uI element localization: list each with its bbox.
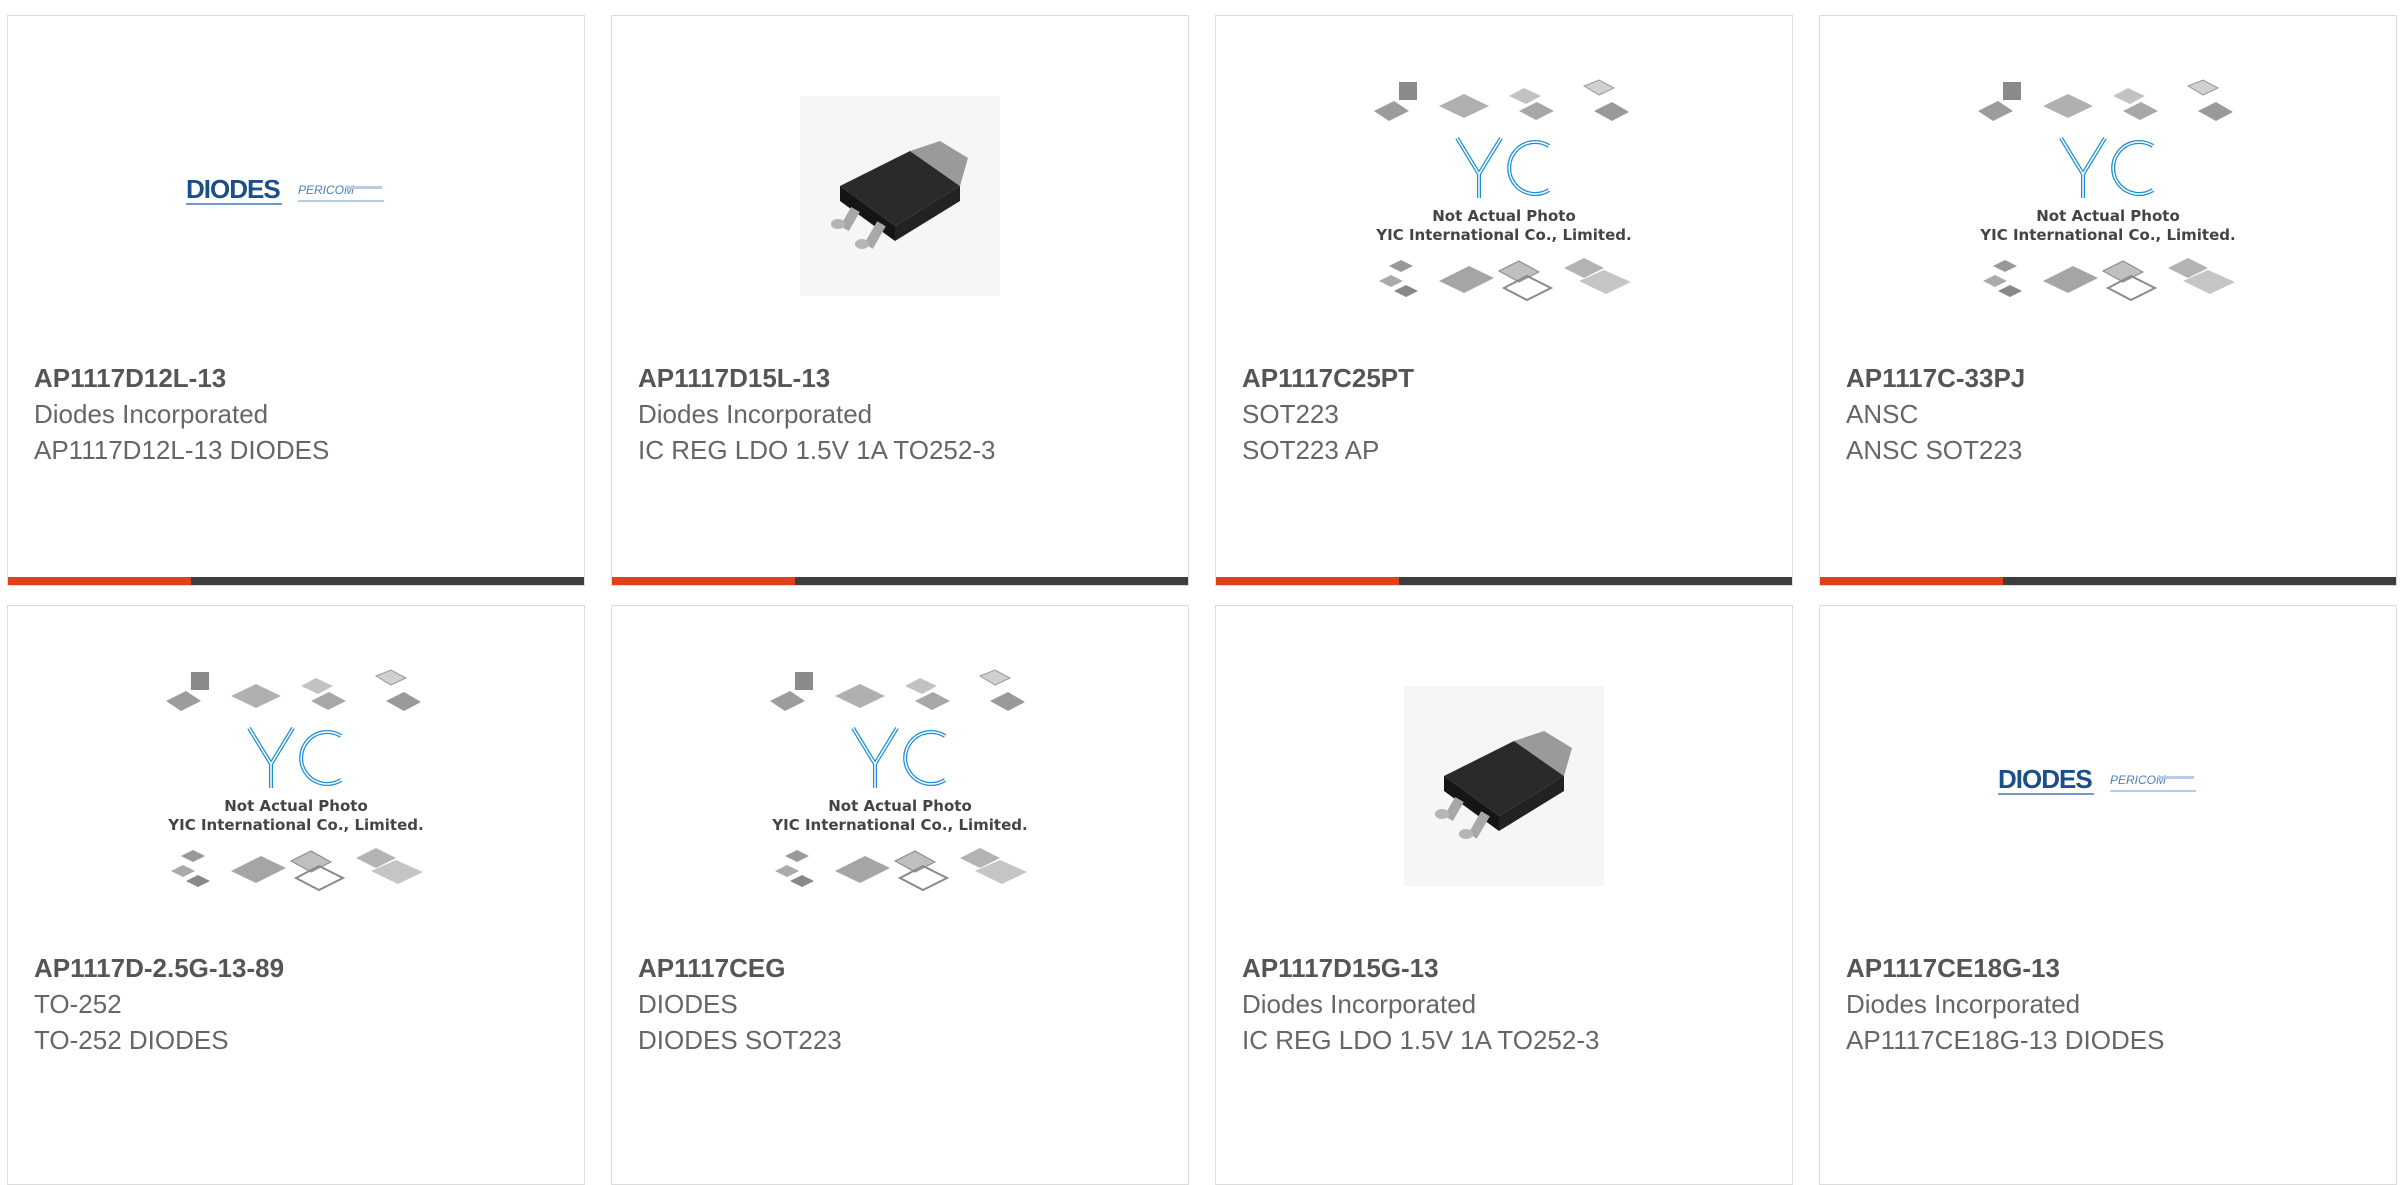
product-info: AP1117D15G-13 Diodes Incorporated IC REG… [1242, 950, 1772, 1058]
description: TO-252 DIODES [34, 1025, 229, 1055]
manufacturer: Diodes Incorporated [1846, 989, 2081, 1019]
description: SOT223 AP [1242, 435, 1380, 465]
svg-text:YIC International Co., Limited: YIC International Co., Limited. [771, 816, 1027, 834]
description: ANSC SOT223 [1846, 435, 2023, 465]
part-number[interactable]: AP1117C25PT [1242, 360, 1772, 396]
product-info: AP1117C25PT SOT223 SOT223 AP [1242, 360, 1772, 468]
product-card[interactable]: AP1117D15G-13 Diodes Incorporated IC REG… [1215, 605, 1793, 1185]
manufacturer: DIODES [638, 989, 738, 1019]
yic-placeholder-icon: Not Actual Photo YIC International Co., … [166, 669, 424, 892]
svg-text:Not Actual Photo: Not Actual Photo [828, 797, 972, 815]
to252-package-icon [800, 96, 1000, 296]
manufacturer: Diodes Incorporated [638, 399, 873, 429]
yic-placeholder-icon: Not Actual Photo YIC International Co., … [770, 669, 1028, 892]
product-image-to252[interactable] [612, 76, 1188, 316]
product-image-yic-placeholder[interactable]: Not Actual Photo YIC International Co., … [8, 666, 584, 906]
manufacturer: Diodes Incorporated [34, 399, 269, 429]
product-card[interactable]: Not Actual Photo YIC International Co., … [1819, 15, 2397, 586]
product-image-diodes-logo[interactable]: DIODES PERICOM [1820, 666, 2396, 906]
diodes-logo-icon: DIODES PERICOM [1998, 766, 2196, 795]
card-accent-bar [1820, 577, 2396, 585]
product-card[interactable]: Not Actual Photo YIC International Co., … [611, 605, 1189, 1185]
product-image-yic-placeholder[interactable]: Not Actual Photo YIC International Co., … [612, 666, 1188, 906]
part-number[interactable]: AP1117D15G-13 [1242, 950, 1772, 986]
product-card[interactable]: Not Actual Photo YIC International Co., … [1215, 15, 1793, 586]
product-image-to252[interactable] [1216, 666, 1792, 906]
manufacturer: TO-252 [34, 989, 122, 1019]
part-number[interactable]: AP1117D15L-13 [638, 360, 1168, 396]
product-card[interactable]: Not Actual Photo YIC International Co., … [7, 605, 585, 1185]
diodes-logo-icon: DIODES PERICOM [186, 176, 384, 205]
to252-package-icon [1404, 686, 1604, 886]
card-accent-bar [612, 577, 1188, 585]
card-accent-bar [8, 577, 584, 585]
card-accent-bar [1216, 577, 1792, 585]
product-card[interactable]: DIODES PERICOM AP1117D12L-13 Diodes Inco… [7, 15, 585, 586]
description: IC REG LDO 1.5V 1A TO252-3 [638, 435, 996, 465]
svg-text:YIC International Co., Limited: YIC International Co., Limited. [1979, 226, 2235, 244]
description: AP1117CE18G-13 DIODES [1846, 1025, 2165, 1055]
description: DIODES SOT223 [638, 1025, 842, 1055]
svg-text:DIODES: DIODES [186, 176, 280, 204]
svg-text:PERICOM: PERICOM [2110, 773, 2166, 787]
product-info: AP1117CE18G-13 Diodes Incorporated AP111… [1846, 950, 2376, 1058]
manufacturer: Diodes Incorporated [1242, 989, 1477, 1019]
manufacturer: ANSC [1846, 399, 1919, 429]
product-info: AP1117D12L-13 Diodes Incorporated AP1117… [34, 360, 564, 468]
svg-text:PERICOM: PERICOM [298, 183, 354, 197]
product-image-diodes-logo[interactable]: DIODES PERICOM [8, 76, 584, 316]
product-grid: DIODES PERICOM AP1117D12L-13 Diodes Inco… [0, 0, 2400, 1185]
product-info: AP1117D15L-13 Diodes Incorporated IC REG… [638, 360, 1168, 468]
part-number[interactable]: AP1117D12L-13 [34, 360, 564, 396]
product-card[interactable]: DIODES PERICOM AP1117CE18G-13 Diodes Inc… [1819, 605, 2397, 1185]
product-image-yic-placeholder[interactable]: Not Actual Photo YIC International Co., … [1820, 76, 2396, 316]
product-info: AP1117C-33PJ ANSC ANSC SOT223 [1846, 360, 2376, 468]
product-image-yic-placeholder[interactable]: Not Actual Photo YIC International Co., … [1216, 76, 1792, 316]
part-number[interactable]: AP1117CEG [638, 950, 1168, 986]
description: IC REG LDO 1.5V 1A TO252-3 [1242, 1025, 1600, 1055]
part-number[interactable]: AP1117C-33PJ [1846, 360, 2376, 396]
product-info: AP1117CEG DIODES DIODES SOT223 [638, 950, 1168, 1058]
svg-text:YIC International Co., Limited: YIC International Co., Limited. [1375, 226, 1631, 244]
part-number[interactable]: AP1117D-2.5G-13-89 [34, 950, 564, 986]
yic-placeholder-icon: Not Actual Photo YIC International Co., … [1978, 79, 2236, 302]
product-info: AP1117D-2.5G-13-89 TO-252 TO-252 DIODES [34, 950, 564, 1058]
svg-text:YIC International Co., Limited: YIC International Co., Limited. [167, 816, 423, 834]
yic-placeholder-icon: Not Actual Photo YIC International Co., … [1374, 79, 1632, 302]
svg-text:Not Actual Photo: Not Actual Photo [224, 797, 368, 815]
part-number[interactable]: AP1117CE18G-13 [1846, 950, 2376, 986]
svg-text:Not Actual Photo: Not Actual Photo [2036, 207, 2180, 225]
manufacturer: SOT223 [1242, 399, 1339, 429]
svg-text:Not Actual Photo: Not Actual Photo [1432, 207, 1576, 225]
description: AP1117D12L-13 DIODES [34, 435, 330, 465]
svg-text:DIODES: DIODES [1998, 766, 2092, 794]
product-card[interactable]: AP1117D15L-13 Diodes Incorporated IC REG… [611, 15, 1189, 586]
